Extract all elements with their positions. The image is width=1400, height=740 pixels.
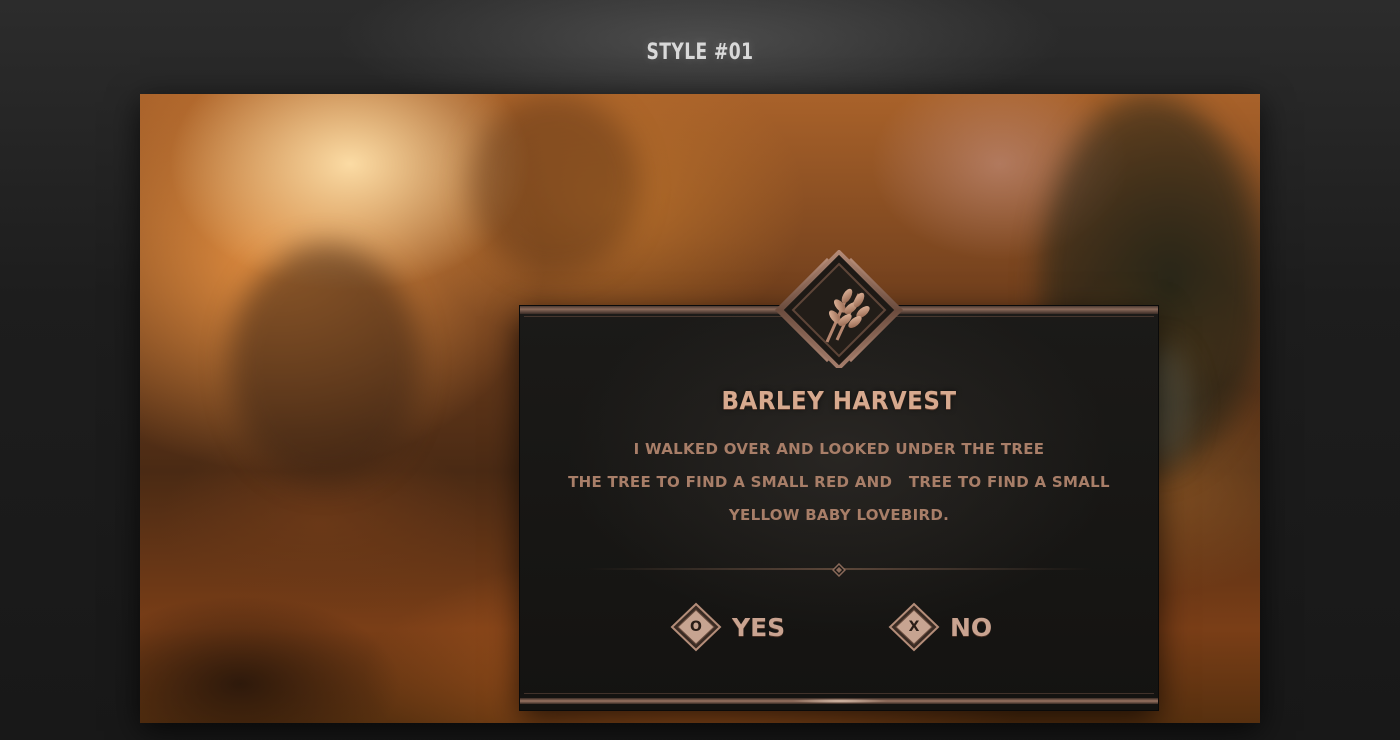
body-line: I WALKED OVER AND LOOKED UNDER THE TREE [633,440,1045,458]
choice-key-yes: O [690,619,702,635]
divider-diamond-icon [831,562,847,578]
tree-silhouette [470,94,640,274]
yes-label: YES [732,612,786,642]
choice-key-no: X [908,619,920,635]
body-line: YELLOW BABY LOVEBIRD. [728,506,950,524]
no-label: NO [950,612,993,642]
dialog-bottom-glow [780,698,900,704]
yes-button[interactable]: O YES [668,602,785,652]
dialog-title: BARLEY HARVEST [721,386,957,415]
background-scene: BARLEY HARVEST I WALKED OVER AND LOOKED … [140,94,1260,723]
page: STYLE #01 BARLEY HARVEST I WALKED OVER A… [0,0,1400,740]
style-title: STYLE #01 [646,40,754,65]
cross-button-icon: X [886,602,942,652]
no-button[interactable]: X NO [886,602,992,652]
dialog-bottom-border-line [524,693,1154,694]
tree-silhouette [230,244,420,484]
wheat-icon [767,249,911,371]
body-line: THE TREE TO FIND A SMALL RED AND TREE TO… [568,473,1110,491]
event-dialog: BARLEY HARVEST I WALKED OVER AND LOOKED … [520,249,1158,710]
circle-button-icon: O [668,602,724,652]
dialog-body: I WALKED OVER AND LOOKED UNDER THE TREE … [520,433,1158,532]
